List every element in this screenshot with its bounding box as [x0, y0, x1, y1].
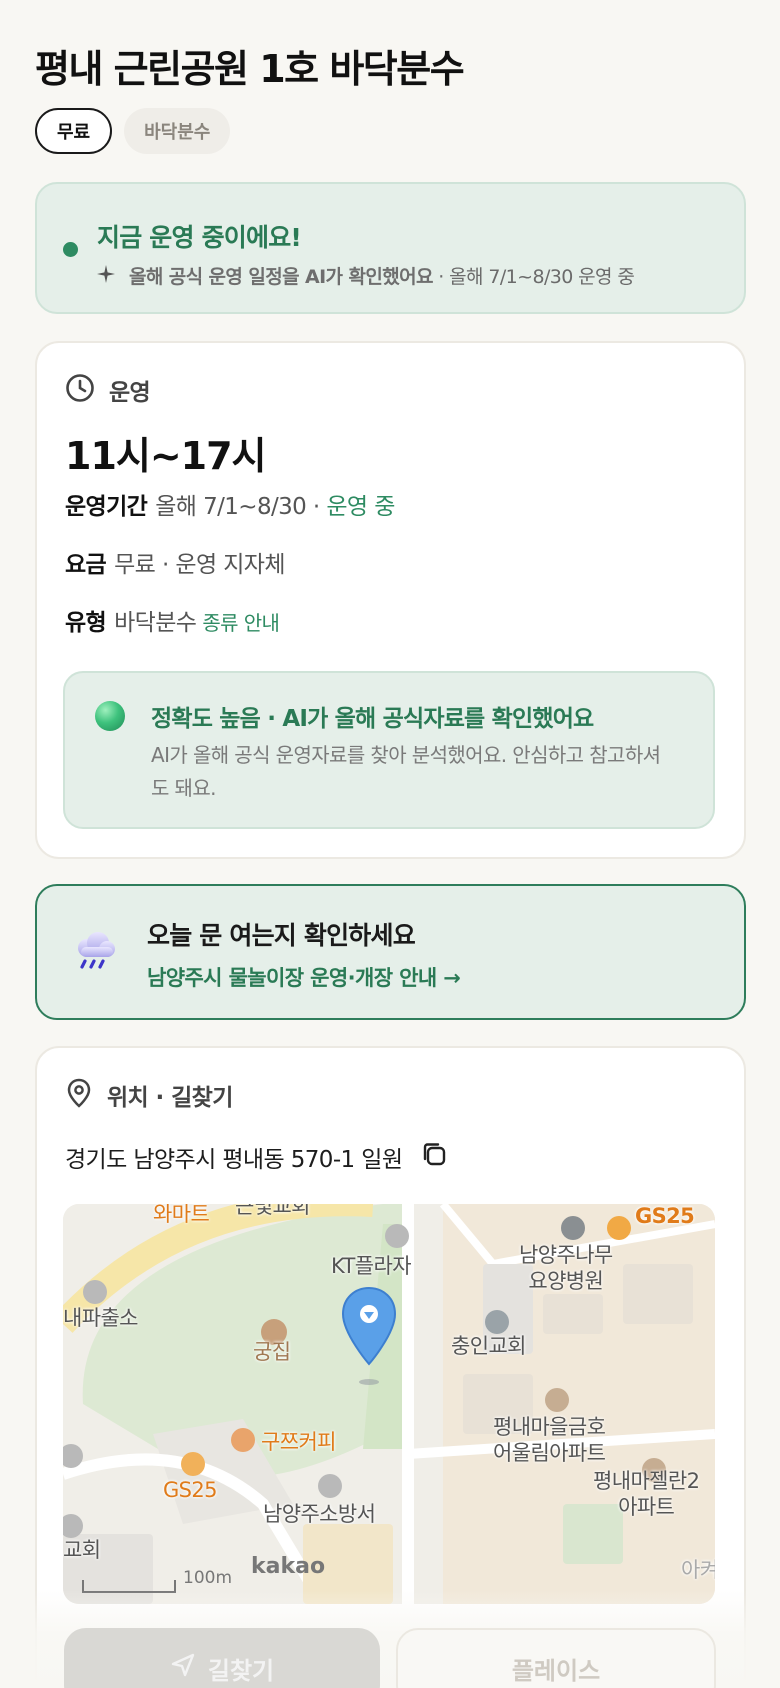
- accuracy-body: AI가 올해 공식 운영자료를 찾아 분석했어요. 안심하고 참고하셔도 돼요.: [151, 743, 661, 800]
- tag-chips: 무료 바닥분수: [35, 108, 231, 154]
- accuracy-title: 정확도 높음 · AI가 올해 공식자료를 확인했어요: [151, 706, 594, 732]
- map-label-apartment-2-line2: 아파트: [618, 1495, 675, 1519]
- operation-section-header: 운영: [65, 373, 151, 407]
- operation-info-card: 운영 11시~17시 운영기간 올해 7/1~8/30 · 운영 중 요금 무료 ·…: [35, 341, 746, 859]
- address-row: 경기도 남양주시 평내동 570-1 일원: [65, 1140, 448, 1174]
- map-label-apartment-2: 평내마젤란2 아파트: [593, 1468, 700, 1520]
- place-button[interactable]: 플레이스: [396, 1628, 716, 1688]
- status-period-note: · 올해 7/1~8/30 운영 중: [432, 266, 635, 288]
- map-label-apartment-2-line1: 평내마젤란2: [593, 1469, 700, 1493]
- map-label-police: 내파출소: [63, 1306, 138, 1330]
- type-row: 유형 바닥분수 종류 안내: [65, 603, 280, 637]
- map-label-coffee: 구쯔커피: [261, 1430, 336, 1454]
- map-label-hospital: 남양주나무 요양병원: [519, 1242, 613, 1294]
- map-label-right-edge: 아켜: [681, 1558, 715, 1582]
- chip-free[interactable]: 무료: [35, 108, 113, 154]
- chip-floor-fountain[interactable]: 바닥분수: [124, 108, 231, 154]
- ai-orb-icon: [95, 701, 125, 731]
- operating-hours: 11시~17시: [65, 434, 267, 478]
- map-label-chungin-church: 충인교회: [451, 1334, 526, 1358]
- status-ai-note: 올해 공식 운영 일정을 AI가 확인했어요: [129, 266, 433, 288]
- type-guide-link[interactable]: 종류 안내: [202, 611, 280, 635]
- sparkle-icon: [97, 265, 119, 288]
- type-key: 유형: [65, 610, 107, 636]
- map-label-gs25-bottom: GS25: [163, 1478, 218, 1502]
- copy-icon[interactable]: [420, 1140, 448, 1174]
- directions-button[interactable]: 길찾기: [64, 1628, 380, 1688]
- opening-notice-link[interactable]: 남양주시 물놀이장 운영·개장 안내 →: [147, 962, 461, 992]
- period-status: 운영 중: [326, 494, 395, 520]
- status-title: 지금 운영 중이에요!: [97, 223, 302, 252]
- accuracy-notice: 정확도 높음 · AI가 올해 공식자료를 확인했어요 AI가 올해 공식 운영…: [63, 671, 715, 829]
- map-label-apartment-1-line1: 평내마을금호: [493, 1415, 606, 1439]
- kakao-logo: kakao: [251, 1554, 326, 1579]
- fee-key: 요금: [65, 552, 107, 578]
- map-label-apartment-1: 평내마을금호 어울림아파트: [493, 1414, 606, 1466]
- map-pin-icon: [65, 1078, 93, 1112]
- operating-status-card: 지금 운영 중이에요! 올해 공식 운영 일정을 AI가 확인했어요 · 올해 …: [35, 182, 746, 314]
- period-key: 운영기간: [65, 494, 148, 520]
- location-section-header: 위치 · 길찾기: [65, 1078, 233, 1112]
- directions-label: 길찾기: [207, 1656, 275, 1685]
- operation-section-label: 운영: [109, 380, 151, 406]
- address-text: 경기도 남양주시 평내동 570-1 일원: [65, 1147, 403, 1173]
- map-label-kt-plaza: KT플라자: [331, 1254, 412, 1278]
- fee-row: 요금 무료 · 운영 지자체: [65, 545, 285, 579]
- map-label-hospital-line2: 요양병원: [528, 1269, 604, 1293]
- period-row: 운영기간 올해 7/1~8/30 · 운영 중: [65, 487, 395, 521]
- map-label-apartment-1-line2: 어울림아파트: [493, 1441, 606, 1465]
- map-label-fire-station: 남양주소방서: [263, 1502, 376, 1526]
- map-label-gs25-top: GS25: [635, 1204, 695, 1228]
- map-label-church-top: 큰빛교회: [235, 1204, 310, 1218]
- map-label-gungjip: 궁집: [253, 1340, 291, 1364]
- opening-check-title: 오늘 문 여는지 확인하세요: [147, 921, 416, 950]
- fee-value: 무료 · 운영 지자체: [114, 552, 285, 578]
- status-subtitle: 올해 공식 운영 일정을 AI가 확인했어요 · 올해 7/1~8/30 운영 …: [97, 262, 635, 289]
- location-section-label: 위치 · 길찾기: [107, 1085, 233, 1111]
- period-value: 올해 7/1~8/30 ·: [155, 494, 327, 520]
- opening-check-card[interactable]: 오늘 문 여는지 확인하세요 남양주시 물놀이장 운영·개장 안내 →: [35, 884, 746, 1020]
- map-scale: 100m: [183, 1568, 233, 1588]
- type-value: 바닥분수: [114, 610, 197, 636]
- page-title: 평내 근린공원 1호 바닥분수: [35, 47, 465, 91]
- send-icon: [170, 1652, 196, 1684]
- rain-cloud-icon: [73, 930, 117, 974]
- clock-icon: [65, 373, 95, 407]
- location-map[interactable]: 와마트 큰빛교회 KT플라자 GS25 남양주나무 요양병원 내파출소 궁집 충…: [63, 1204, 715, 1604]
- map-label-hospital-line1: 남양주나무: [519, 1243, 613, 1267]
- status-dot-icon: [63, 242, 78, 257]
- map-label-wamart: 와마트: [153, 1204, 210, 1226]
- map-label-church-left: 교회: [63, 1538, 101, 1562]
